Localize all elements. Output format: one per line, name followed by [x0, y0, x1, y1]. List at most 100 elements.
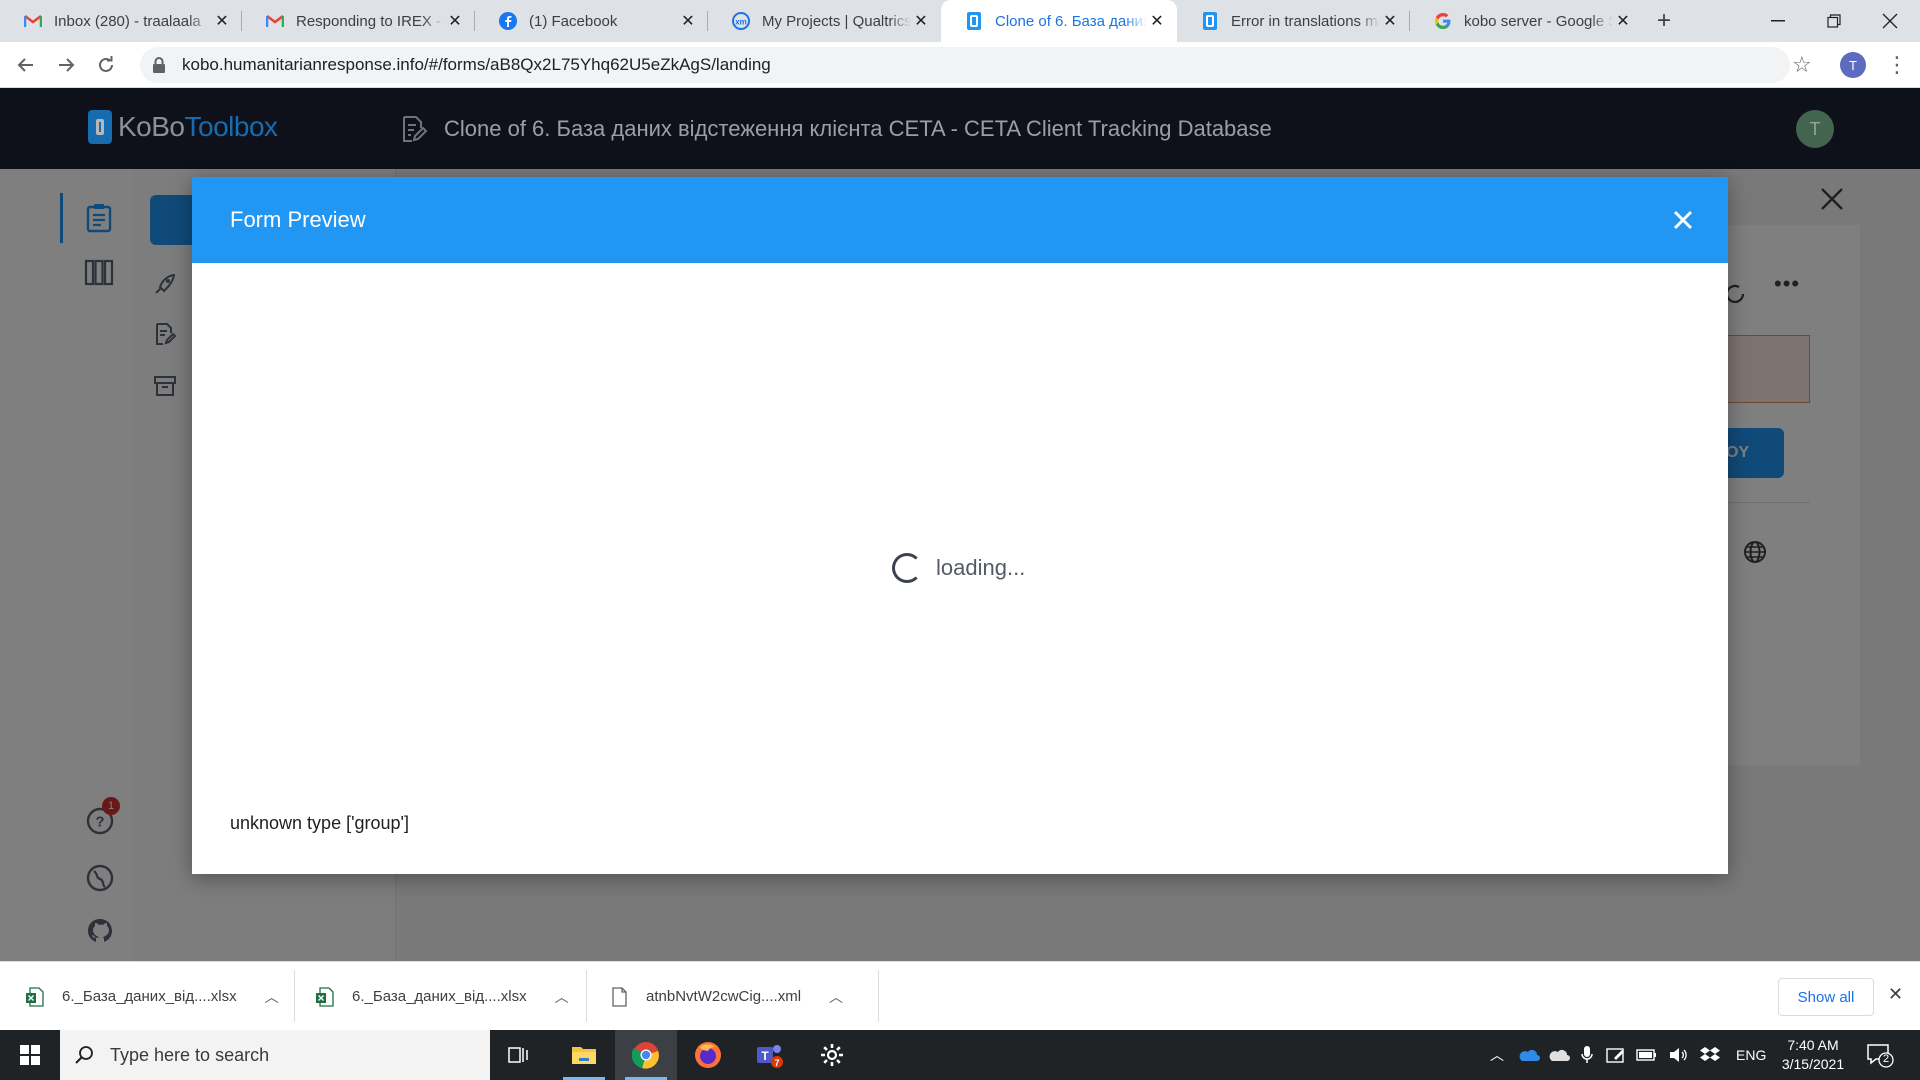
- gmail-icon: [24, 12, 42, 30]
- browser-tab[interactable]: Inbox (280) - traalaala ✕: [0, 0, 242, 42]
- browser-profile-avatar[interactable]: T: [1840, 52, 1866, 78]
- tab-title: Responding to IREX - t: [296, 12, 445, 30]
- browser-tab-strip: Inbox (280) - traalaala ✕ Responding to …: [0, 0, 1920, 42]
- minimize-window-button[interactable]: [1750, 0, 1806, 42]
- browser-tab[interactable]: Error in translations ma ✕: [1177, 0, 1410, 42]
- close-icon[interactable]: [1668, 205, 1698, 235]
- qualtrics-icon: xm: [732, 12, 750, 30]
- search-placeholder: Type here to search: [110, 1044, 270, 1065]
- svg-text:7: 7: [774, 1058, 779, 1068]
- close-tab-icon[interactable]: ✕: [678, 11, 698, 31]
- folder-icon: [572, 1047, 596, 1064]
- browser-tab[interactable]: Responding to IREX - t ✕: [242, 0, 475, 42]
- excel-file-icon: [26, 986, 44, 1007]
- windows-logo-icon: [20, 1045, 40, 1065]
- close-tab-icon[interactable]: ✕: [1147, 11, 1167, 31]
- close-tab-icon[interactable]: ✕: [1380, 11, 1400, 31]
- file-explorer-button[interactable]: [553, 1030, 615, 1080]
- lock-icon: [153, 57, 165, 73]
- system-clock[interactable]: 7:40 AM 3/15/2021: [1768, 1036, 1858, 1074]
- modal-header: Form Preview: [192, 177, 1728, 263]
- gear-icon: [821, 1044, 843, 1066]
- dropbox-icon[interactable]: [1700, 1046, 1720, 1064]
- show-all-downloads-button[interactable]: Show all: [1778, 978, 1874, 1016]
- cloud-icon[interactable]: [1548, 1048, 1570, 1062]
- svg-text:T: T: [761, 1049, 769, 1063]
- settings-button[interactable]: [801, 1030, 863, 1080]
- onedrive-icon[interactable]: [1518, 1048, 1540, 1062]
- error-message: unknown type ['group']: [230, 813, 409, 833]
- task-view-icon: [508, 1047, 528, 1063]
- chevron-up-icon[interactable]: ︿: [1490, 1045, 1504, 1065]
- start-button[interactable]: [0, 1030, 60, 1080]
- download-separator: [586, 970, 587, 1022]
- battery-icon[interactable]: [1636, 1048, 1658, 1062]
- search-icon: [75, 1046, 93, 1064]
- bookmark-star-icon[interactable]: ☆: [1792, 52, 1812, 78]
- firefox-icon: [695, 1042, 721, 1068]
- chrome-icon: [632, 1042, 659, 1069]
- close-download-shelf-icon[interactable]: ✕: [1888, 984, 1903, 1005]
- arrow-right-icon: [59, 58, 75, 72]
- form-preview-modal: Form Preview loading... unknown type ['g…: [192, 177, 1728, 874]
- reload-button[interactable]: [90, 49, 122, 81]
- taskbar-search-box[interactable]: Type here to search: [60, 1030, 490, 1080]
- download-file-name: atnbNvtW2cwCig....xml: [646, 988, 802, 1005]
- download-item[interactable]: atnbNvtW2cwCig....xml ︿: [610, 962, 843, 1031]
- tab-title: My Projects | Qualtrics: [762, 12, 911, 30]
- browser-menu-icon[interactable]: ⋮: [1886, 50, 1908, 80]
- browser-tab[interactable]: xm My Projects | Qualtrics ✕: [708, 0, 941, 42]
- chrome-button[interactable]: [615, 1030, 677, 1080]
- system-tray: ︿ ENG: [1490, 1030, 1766, 1080]
- excel-file-icon: [316, 986, 334, 1007]
- address-bar[interactable]: kobo.humanitarianresponse.info/#/forms/a…: [140, 47, 1790, 83]
- kobo-icon: [1201, 12, 1219, 30]
- teams-icon: T7: [757, 1045, 783, 1068]
- close-tab-icon[interactable]: ✕: [911, 11, 931, 31]
- kobo-icon: [965, 12, 983, 30]
- facebook-icon: [499, 12, 517, 30]
- spinner-icon: [892, 553, 922, 583]
- download-separator: [878, 970, 879, 1022]
- close-window-button[interactable]: [1862, 0, 1918, 42]
- close-icon: [1882, 13, 1898, 29]
- microphone-icon[interactable]: [1580, 1045, 1594, 1065]
- browser-tab[interactable]: (1) Facebook ✕: [475, 0, 708, 42]
- restore-window-button[interactable]: [1806, 0, 1862, 42]
- arrow-left-icon: [17, 58, 33, 72]
- tab-title: (1) Facebook: [529, 12, 618, 30]
- generic-file-icon: [612, 986, 627, 1007]
- browser-tab[interactable]: kobo server - Google S ✕: [1410, 0, 1643, 42]
- action-center-button[interactable]: 2: [1866, 1042, 1894, 1068]
- download-item[interactable]: 6._База_даних_від....xlsx ︿: [316, 962, 569, 1031]
- forward-button[interactable]: [50, 49, 82, 81]
- new-tab-button[interactable]: +: [1651, 8, 1677, 34]
- browser-tab-active[interactable]: Clone of 6. База даних ✕: [941, 0, 1177, 42]
- google-icon: [1434, 12, 1452, 30]
- chevron-up-icon[interactable]: ︿: [829, 987, 843, 1007]
- close-tab-icon[interactable]: ✕: [1613, 11, 1633, 31]
- notification-count: 2: [1882, 1053, 1890, 1065]
- chevron-up-icon[interactable]: ︿: [265, 987, 279, 1007]
- input-language-indicator[interactable]: ENG: [1736, 1047, 1766, 1063]
- pen-workspace-icon[interactable]: [1606, 1046, 1626, 1064]
- tab-title: Inbox (280) - traalaala: [54, 12, 201, 30]
- clock-time: 7:40 AM: [1787, 1037, 1839, 1053]
- windows-taskbar: Type here to search T7 ︿ ENG 7:40 AM 3/1…: [0, 1030, 1920, 1080]
- download-shelf: 6._База_даних_від....xlsx ︿ 6._База_дани…: [0, 961, 1920, 1030]
- close-tab-icon[interactable]: ✕: [212, 11, 232, 31]
- gmail-icon: [266, 12, 284, 30]
- firefox-button[interactable]: [677, 1030, 739, 1080]
- back-button[interactable]: [10, 49, 42, 81]
- download-item[interactable]: 6._База_даних_від....xlsx ︿: [26, 962, 279, 1031]
- task-view-button[interactable]: [488, 1030, 550, 1080]
- download-file-name: 6._База_даних_від....xlsx: [62, 988, 237, 1005]
- browser-toolbar: kobo.humanitarianresponse.info/#/forms/a…: [0, 42, 1920, 88]
- volume-icon[interactable]: [1668, 1046, 1688, 1064]
- chevron-up-icon[interactable]: ︿: [555, 987, 569, 1007]
- close-tab-icon[interactable]: ✕: [445, 11, 465, 31]
- download-file-name: 6._База_даних_від....xlsx: [352, 988, 527, 1005]
- minimize-icon: [1771, 20, 1785, 22]
- tab-title: kobo server - Google S: [1464, 12, 1613, 30]
- teams-button[interactable]: T7: [739, 1030, 801, 1080]
